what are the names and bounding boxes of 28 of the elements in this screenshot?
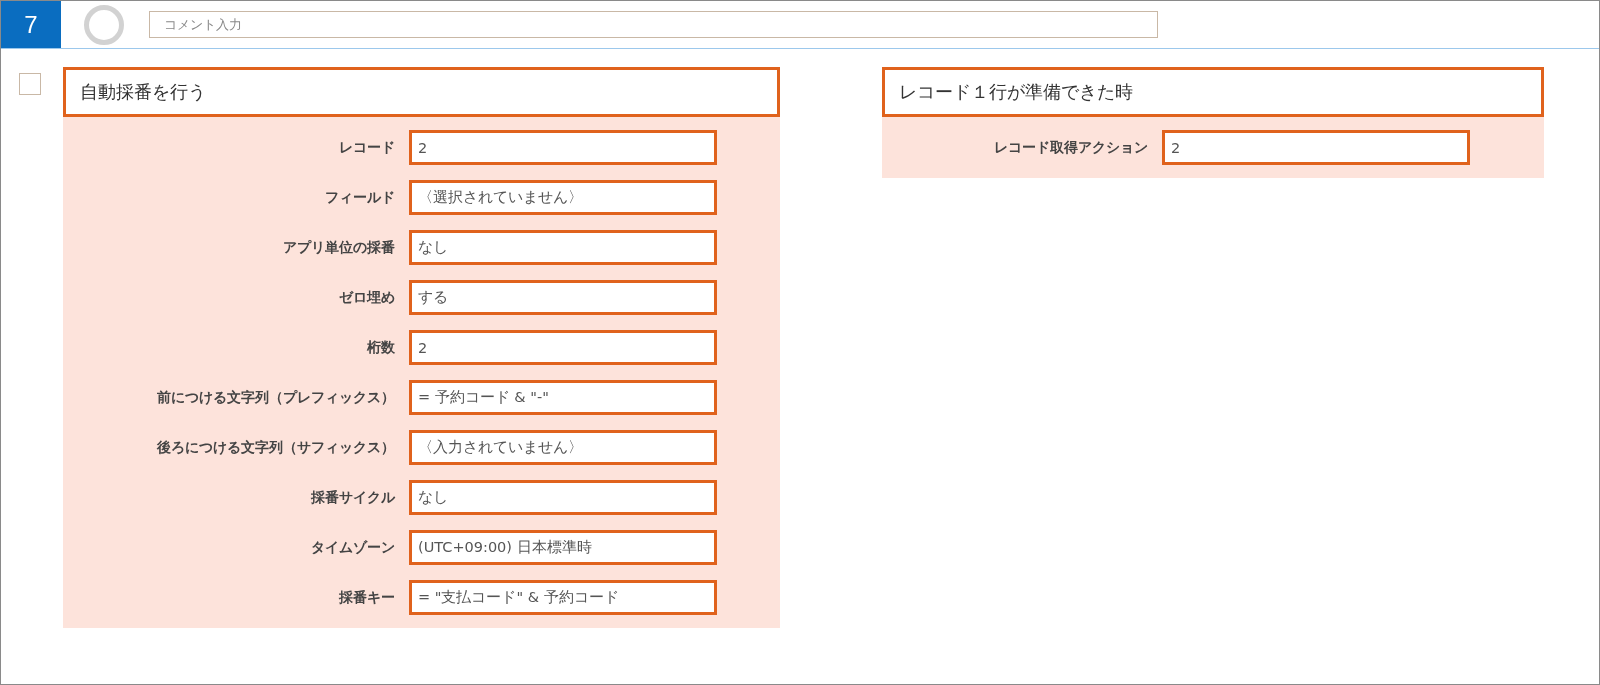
field-label: 採番サイクル — [310, 488, 396, 507]
field-label: 桁数 — [366, 338, 396, 357]
value-field[interactable]: 〈選択されていません〉 — [409, 180, 717, 215]
field-label: タイムゾーン — [310, 538, 396, 557]
value-field[interactable]: 2 — [409, 130, 717, 165]
value-field[interactable]: 2 — [409, 330, 717, 365]
field-label: レコード取得アクション — [993, 138, 1149, 157]
checkbox[interactable] — [19, 73, 41, 95]
value-field[interactable]: = "支払コード" & 予約コード — [409, 580, 717, 615]
value-field[interactable]: (UTC+09:00) 日本標準時 — [409, 530, 717, 565]
value-field[interactable]: 〈入力されていません〉 — [409, 430, 717, 465]
value-field[interactable]: = 予約コード & "-" — [409, 380, 717, 415]
action-title: 自動採番を行う — [63, 67, 780, 117]
field-label: レコード — [338, 138, 396, 157]
field-label: 前につける文字列（プレフィックス） — [156, 388, 396, 407]
comment-input[interactable]: コメント入力 — [149, 11, 1158, 38]
field-label: 採番キー — [338, 588, 396, 607]
field-label: アプリ単位の採番 — [282, 238, 396, 257]
value-field[interactable]: する — [409, 280, 717, 315]
action-title: レコード１行が準備できた時 — [882, 67, 1544, 117]
field-label: フィールド — [324, 188, 396, 207]
value-field[interactable]: なし — [409, 230, 717, 265]
field-label: 後ろにつける文字列（サフィックス） — [156, 438, 396, 457]
progress-ring-icon — [83, 3, 125, 46]
value-field[interactable]: なし — [409, 480, 717, 515]
value-field[interactable]: 2 — [1162, 130, 1470, 165]
step-number: 7 — [1, 1, 61, 48]
field-label: ゼロ埋め — [338, 288, 396, 307]
